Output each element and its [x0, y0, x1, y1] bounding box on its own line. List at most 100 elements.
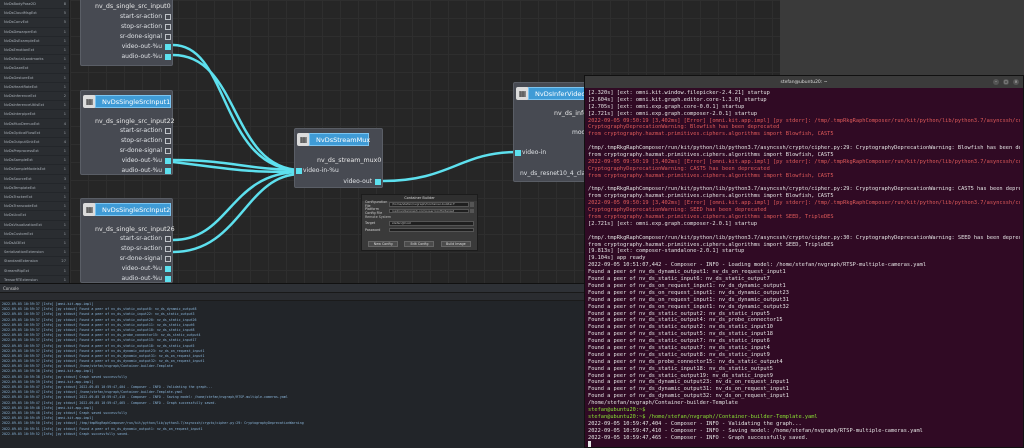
target-field[interactable]: stefan@host	[389, 221, 474, 226]
maximize-icon[interactable]: □	[1003, 79, 1009, 85]
port-dot[interactable]	[165, 246, 171, 252]
terminal-line: Found a peer of nv_ds_on_request_input1:…	[588, 282, 786, 289]
source-node-1[interactable]: ▦ NvDsSingleSrcInput1 nv_ds_single_src_i…	[80, 90, 175, 175]
terminal-line: [9.104s] app ready	[588, 255, 646, 262]
component-list-item[interactable]: NvDsCloudMsgExt 5	[0, 9, 69, 19]
component-list-item[interactable]: NvDsDewarperExt 1	[0, 28, 69, 37]
platform-config-field[interactable]: /opt/nvidia/graph-composer/config/target	[389, 208, 469, 213]
component-list-item[interactable]: NvDsVisualizationExt 1	[0, 221, 69, 230]
component-list-item[interactable]: NvDsTemplateExt 1	[0, 184, 69, 193]
terminal-line: [2.721s] [ext: omni.exp.graph.composer-2…	[588, 220, 758, 227]
terminal-line: Found a peer of nv_ds_on_request_input1:…	[588, 296, 789, 303]
terminal-line: Found a peer of nv_ds_static_input6: nv_…	[588, 276, 770, 283]
port-dot-connected[interactable]	[375, 179, 381, 185]
component-list-item[interactable]: NvDsDsExampleExt 1	[0, 37, 69, 46]
port-dot-connected[interactable]	[165, 54, 171, 60]
port-dot[interactable]	[165, 236, 171, 242]
port-dot[interactable]	[165, 138, 171, 144]
component-list-item[interactable]: NvDsTrackerExt 1	[0, 193, 69, 203]
component-count: 3	[63, 176, 66, 181]
terminal-line: 2022-09-05 09:50:19 [3,402ms] [Error] [o…	[588, 200, 1020, 207]
source-node-0[interactable]: nv_ds_single_src_input0 start-sr-action …	[80, 0, 173, 66]
component-list-item[interactable]: NvDsInferenceUtilsExt 1	[0, 101, 69, 111]
terminal-titlebar[interactable]: stefan@ubuntu20: ~ – □ ×	[585, 76, 1023, 88]
component-list-item[interactable]: NvDsOutputSinkExt 4	[0, 138, 69, 147]
component-name: NvDsSampleExt	[4, 158, 33, 163]
terminal-prompt-line: stefan@ubuntu20:~$ /home/stefan/nvgraph/…	[588, 413, 818, 420]
component-list-item[interactable]: NvDsSampleModelsExt 1	[0, 165, 69, 175]
port-dot[interactable]	[165, 24, 171, 30]
component-count: 1	[63, 231, 66, 236]
component-list-item[interactable]: NvDsMuxDemuxExt 4	[0, 119, 69, 129]
component-list-item[interactable]: NvDsUcxExt 1	[0, 211, 69, 221]
wire-mux-to-infer	[382, 150, 518, 183]
browse-button[interactable]	[470, 202, 474, 207]
component-list-item[interactable]: NvDsEmotionExt 1	[0, 46, 69, 56]
terminal-line: Found a peer of nv_ds_probe_connector15:…	[588, 358, 783, 365]
terminal-line: Found a peer of nv_ds_on_request_input1:…	[588, 289, 789, 296]
component-list-item[interactable]: NvDsInferenceExt 2	[0, 92, 69, 102]
build-image-button[interactable]: Build Image	[440, 241, 471, 247]
port-dot[interactable]	[165, 34, 171, 40]
port-sr-done-signal: sr-done-signal	[119, 147, 162, 154]
port-dot[interactable]	[165, 128, 171, 134]
close-icon[interactable]: ×	[1013, 79, 1019, 85]
component-count: 5	[63, 20, 66, 25]
component-list-item[interactable]: SerializationExtension 1	[0, 248, 69, 258]
terminal-line: from cryptography.hazmat.primitives.ciph…	[588, 241, 834, 248]
container-builder-dialog[interactable]: Container Builder Configuration File /ho…	[361, 194, 478, 251]
component-list-item[interactable]: TensorRTExtension 1	[0, 276, 69, 283]
component-list-item[interactable]: NvDsFacialLandmarks 1	[0, 55, 69, 65]
port-dot-connected[interactable]	[296, 168, 302, 174]
terminal-window[interactable]: stefan@ubuntu20: ~ – □ × [2.320s] [ext: …	[584, 75, 1024, 448]
port-audio-out: audio-out-%u	[121, 275, 162, 282]
component-list-item[interactable]: NvDsConvExt 5	[0, 18, 69, 28]
port-dot[interactable]	[165, 14, 171, 20]
port-dot-connected[interactable]	[165, 158, 171, 164]
edit-config-button[interactable]: Edit Config	[404, 241, 435, 247]
platform-config-label: Platform Config File	[365, 206, 383, 215]
wire-src0-to-mux	[172, 43, 301, 172]
port-dot[interactable]	[165, 256, 171, 262]
component-list-item[interactable]: StreamRtpExt 1	[0, 266, 69, 276]
component-list-item[interactable]: NvDsTranscodeExt 1	[0, 202, 69, 212]
component-list-item[interactable]: NvDsGazeExt 1	[0, 64, 69, 74]
port-dot-connected[interactable]	[165, 266, 171, 272]
component-list-item[interactable]: StandardExtension 27	[0, 257, 69, 267]
stream-mux-node[interactable]: ▦ NvDsStreamMux nv_ds_stream_mux0 video-…	[294, 128, 383, 188]
component-name: StandardExtension	[4, 259, 38, 264]
node-header: NvDsStreamMux	[309, 133, 370, 146]
component-count: 1	[63, 112, 66, 117]
port-dot-connected[interactable]	[165, 276, 171, 282]
component-list-item[interactable]: NvDsSampleExt 1	[0, 156, 69, 166]
component-list-item[interactable]: NvDsOpticalFlowExt 1	[0, 129, 69, 138]
terminal-line: from cryptography.hazmat.primitives.ciph…	[588, 193, 834, 200]
port-dot-connected[interactable]	[165, 168, 171, 174]
port-dot-connected[interactable]	[515, 150, 521, 156]
component-list-item[interactable]: NvDsHeartRateExt 1	[0, 83, 69, 92]
minimize-icon[interactable]: –	[993, 79, 999, 85]
terminal-line: [2.320s] [ext: omni.kit.window.filepicke…	[588, 90, 770, 96]
component-list-item[interactable]: NvDsPreprocessExt 1	[0, 147, 69, 157]
source-node-2[interactable]: ▦ NvDsSingleSrcInput2 nv_ds_single_src_i…	[80, 198, 175, 283]
component-name: NvDsConvExt	[4, 20, 29, 25]
component-list-item[interactable]: NvDsInterpipeExt 1	[0, 110, 69, 120]
port-dot[interactable]	[165, 148, 171, 154]
component-list-item[interactable]: NvDsGestureExt 1	[0, 74, 69, 83]
component-count: 1	[63, 29, 66, 34]
component-list-item[interactable]: NvDsBodyPose2D 8	[0, 0, 69, 10]
node-instance-name: nv_ds_infe	[554, 110, 588, 117]
component-list-item[interactable]: NvDsCustomExt 1	[0, 230, 69, 239]
component-list-item[interactable]: NvDsAI3Ext 1	[0, 239, 69, 249]
password-field[interactable]	[389, 227, 474, 232]
terminal-line: Found a peer of nv_ds_on_request_input1:…	[588, 303, 789, 310]
new-config-button[interactable]: New Config	[368, 241, 399, 247]
config-file-field[interactable]: /home/stefan/nvgraph/Container-builder-T	[389, 202, 469, 207]
wire-src2-to-mux	[172, 170, 301, 242]
desktop-root: NvDsBodyPose2D 8 NvDsCloudMsgExt 5 NvDsConvE…	[0, 0, 1024, 448]
terminal-output[interactable]: [2.320s] [ext: omni.kit.window.filepicke…	[585, 88, 1023, 447]
port-dot-connected[interactable]	[165, 44, 171, 50]
component-name: NvDsVisualizationExt	[4, 222, 42, 227]
component-list-item[interactable]: NvDsSourceExt 3	[0, 175, 69, 184]
browse-button[interactable]	[470, 208, 474, 213]
